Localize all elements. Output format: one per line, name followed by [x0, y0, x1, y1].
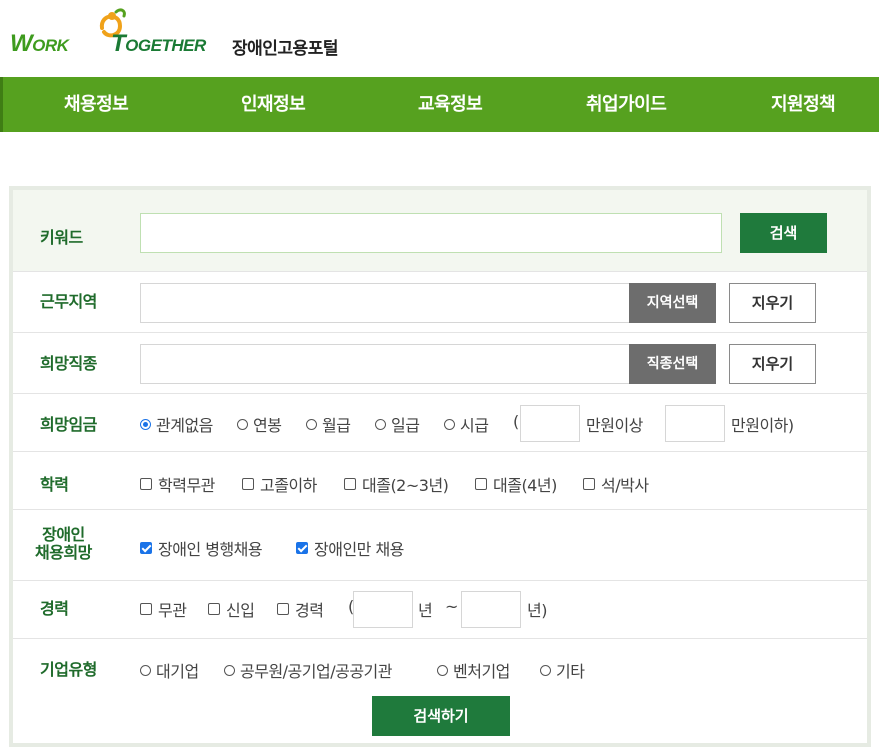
radio-icon: [444, 418, 455, 430]
keyword-input[interactable]: [140, 213, 722, 253]
career-from-input[interactable]: [353, 591, 413, 628]
wage-min-suffix: 만원이상: [586, 416, 643, 435]
checkbox-icon: [208, 603, 220, 615]
region-label: 근무지역: [40, 292, 97, 311]
checkbox-icon: [344, 478, 356, 490]
career-row: 경력 무관 신입 경력 ( 년 ~ 년): [13, 581, 867, 639]
nav-item-jobs[interactable]: 채용정보: [64, 77, 129, 132]
checkbox-checked-icon: [296, 542, 308, 554]
checkbox-icon: [277, 603, 289, 615]
wage-open-paren: (: [513, 412, 519, 431]
career-year-close: 년): [527, 601, 547, 620]
region-clear-button[interactable]: 지우기: [729, 283, 816, 323]
wage-option-daily[interactable]: 일급: [375, 412, 420, 436]
site-header: WORK TOGETHER 장애인고용포털: [0, 0, 879, 77]
education-option-college[interactable]: 대졸(2~3년): [344, 472, 449, 496]
disability-option-only[interactable]: 장애인만 채용: [296, 536, 404, 560]
logo-work-text: WORK: [10, 30, 69, 57]
wage-option-hourly[interactable]: 시급: [444, 412, 489, 436]
logo-together-text: TOGETHER: [111, 30, 206, 57]
company-option-public[interactable]: 공무원/공기업/공공기관: [224, 658, 392, 682]
education-option-highschool[interactable]: 고졸이하: [242, 472, 317, 496]
company-option-venture[interactable]: 벤처기업: [437, 658, 510, 682]
career-option-experienced[interactable]: 경력: [277, 597, 324, 621]
education-row: 학력 학력무관 고졸이하 대졸(2~3년) 대졸(4년) 석/박사: [13, 452, 867, 510]
main-nav: 채용정보 인재정보 교육정보 취업가이드 지원정책: [0, 77, 879, 132]
disability-option-parallel[interactable]: 장애인 병행채용: [140, 536, 263, 560]
company-label: 기업유형: [40, 660, 97, 679]
education-option-any[interactable]: 학력무관: [140, 472, 215, 496]
radio-icon: [437, 664, 448, 676]
nav-item-education[interactable]: 교육정보: [418, 77, 483, 132]
wage-max-suffix: 만원이하): [731, 416, 794, 435]
radio-selected-icon: [140, 418, 151, 430]
checkbox-icon: [140, 478, 152, 490]
wage-option-annual[interactable]: 연봉: [237, 412, 282, 436]
keyword-label: 키워드: [40, 228, 83, 247]
job-label: 희망직종: [40, 354, 97, 373]
checkbox-icon: [140, 603, 152, 615]
career-tilde: ~: [445, 597, 458, 616]
education-option-graduate[interactable]: 석/박사: [583, 472, 649, 496]
career-option-any[interactable]: 무관: [140, 597, 187, 621]
radio-icon: [306, 418, 317, 430]
wage-option-any[interactable]: 관계없음: [140, 412, 213, 436]
submit-search-button[interactable]: 검색하기: [372, 696, 510, 736]
company-row: 기업유형 대기업 공무원/공기업/공공기관 벤처기업 기타 검색하기: [13, 639, 867, 743]
company-option-other[interactable]: 기타: [540, 658, 585, 682]
job-input[interactable]: [140, 344, 630, 384]
radio-icon: [224, 664, 235, 676]
disability-row: 장애인 채용희망 장애인 병행채용 장애인만 채용: [13, 510, 867, 581]
company-option-large[interactable]: 대기업: [140, 658, 199, 682]
checkbox-icon: [475, 478, 487, 490]
career-option-new[interactable]: 신입: [208, 597, 255, 621]
career-year-label: 년: [418, 601, 433, 620]
nav-item-career-guide[interactable]: 취업가이드: [586, 77, 667, 132]
logo-subtitle: 장애인고용포털: [232, 39, 338, 59]
checkbox-checked-icon: [140, 542, 152, 554]
wage-max-input[interactable]: [665, 405, 725, 442]
region-select-button[interactable]: 지역선택: [629, 283, 716, 323]
radio-icon: [540, 664, 551, 676]
radio-icon: [140, 664, 151, 676]
checkbox-icon: [242, 478, 254, 490]
education-option-university[interactable]: 대졸(4년): [475, 472, 557, 496]
career-to-input[interactable]: [461, 591, 521, 628]
job-clear-button[interactable]: 지우기: [729, 344, 816, 384]
radio-icon: [375, 418, 386, 430]
checkbox-icon: [583, 478, 595, 490]
career-label: 경력: [40, 599, 69, 618]
disability-label: 장애인 채용희망: [35, 525, 92, 562]
keyword-search-button[interactable]: 검색: [740, 213, 827, 253]
region-row: 근무지역 지역선택 지우기: [13, 272, 867, 333]
region-input[interactable]: [140, 283, 630, 323]
wage-min-input[interactable]: [520, 405, 580, 442]
keyword-row: 키워드 검색: [13, 190, 867, 272]
search-panel: 키워드 검색 근무지역 지역선택 지우기 희망직종 직종선택 지우기 희망임금 …: [9, 186, 871, 747]
education-label: 학력: [40, 475, 69, 494]
job-row: 희망직종 직종선택 지우기: [13, 333, 867, 394]
wage-row: 희망임금 관계없음 연봉 월급 일급 시급 ( 만원이상 만원이하): [13, 394, 867, 452]
wage-option-monthly[interactable]: 월급: [306, 412, 351, 436]
nav-item-talent[interactable]: 인재정보: [241, 77, 306, 132]
wage-label: 희망임금: [40, 415, 97, 434]
nav-item-support-policy[interactable]: 지원정책: [771, 77, 836, 132]
job-select-button[interactable]: 직종선택: [629, 344, 716, 384]
radio-icon: [237, 418, 248, 430]
